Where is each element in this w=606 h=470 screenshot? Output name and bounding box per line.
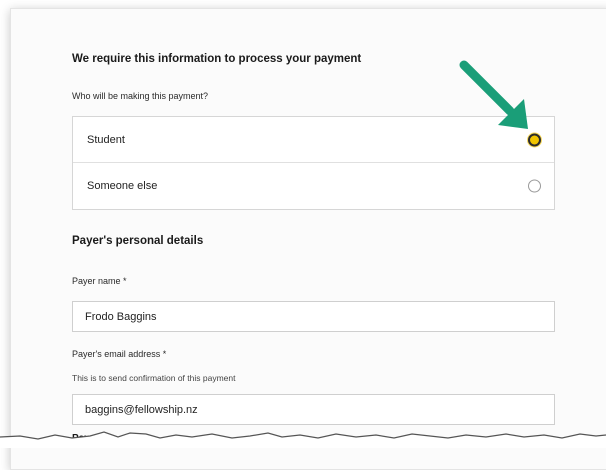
payer-email-input[interactable] [72, 394, 555, 425]
payer-radio-group: Student Someone else [72, 116, 555, 210]
radio-option-someone-else[interactable]: Someone else [73, 163, 554, 209]
payer-question: Who will be making this payment? [72, 91, 209, 101]
payer-cutoff-label: Payer's [72, 433, 108, 444]
payer-email-help: This is to send confirmation of this pay… [72, 373, 236, 383]
form-heading: We require this information to process y… [72, 53, 362, 65]
payer-email-label: Payer's email address * [72, 349, 167, 359]
radio-button-someone-else[interactable] [528, 179, 541, 193]
radio-label-student: Student [87, 133, 125, 146]
payer-name-input[interactable] [72, 301, 555, 332]
radio-button-student[interactable] [528, 133, 541, 146]
payer-name-label: Payer name * [72, 276, 127, 286]
radio-label-someone-else: Someone else [87, 180, 158, 192]
radio-option-student[interactable]: Student [73, 117, 554, 163]
payer-details-title: Payer's personal details [72, 235, 204, 247]
